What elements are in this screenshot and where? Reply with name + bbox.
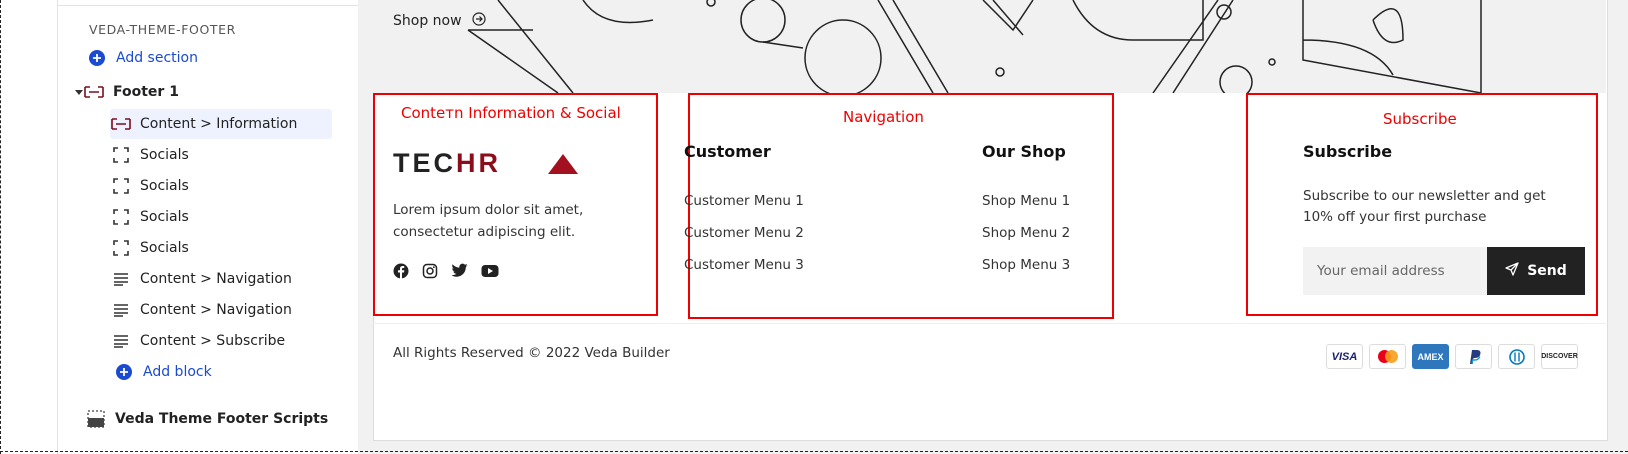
subscribe-description: Subscribe to our newsletter and get 10% … xyxy=(1303,188,1546,225)
discover-icon: DISCOVER xyxy=(1541,344,1578,369)
divider xyxy=(58,5,358,6)
twitter-icon[interactable] xyxy=(451,263,468,283)
shop-column-title: Our Shop xyxy=(982,142,1066,161)
block-item-socials[interactable]: Socials xyxy=(110,140,189,170)
paypal-icon xyxy=(1455,344,1492,369)
send-label: Send xyxy=(1527,263,1567,279)
block-label: Content > Navigation xyxy=(140,271,292,287)
block-label: Socials xyxy=(140,209,189,225)
annotation-label-subscribe: Subscribe xyxy=(1383,110,1457,128)
block-label: Content > Subscribe xyxy=(140,333,286,349)
payment-methods: VISA AMEX DISCOVER xyxy=(1326,344,1578,369)
shop-menu-link[interactable]: Shop Menu 2 xyxy=(982,225,1070,241)
add-section-button[interactable]: Add section xyxy=(86,43,198,73)
shop-menu-link[interactable]: Shop Menu 3 xyxy=(982,257,1070,273)
email-placeholder: Your email address xyxy=(1317,263,1445,279)
plus-circle-icon xyxy=(86,49,108,67)
mastercard-icon xyxy=(1369,344,1406,369)
hero-line-art xyxy=(467,0,1482,93)
collapse-caret-icon[interactable] xyxy=(75,90,83,95)
discover-mark: DISCOVER xyxy=(1541,353,1578,360)
frame-icon xyxy=(110,209,132,225)
customer-column-title: Customer xyxy=(684,142,771,161)
shop-now-link[interactable]: Shop now xyxy=(393,12,486,30)
amex-mark: AMEX xyxy=(1417,351,1444,362)
facebook-icon[interactable] xyxy=(393,263,409,283)
social-links xyxy=(393,263,499,283)
footer-divider xyxy=(373,323,1606,324)
diners-club-icon xyxy=(1498,344,1535,369)
amex-icon: AMEX xyxy=(1412,344,1449,369)
block-item-socials[interactable]: Socials xyxy=(110,171,189,201)
customer-menu-link[interactable]: Customer Menu 3 xyxy=(684,257,804,273)
frame-icon xyxy=(110,147,132,163)
subscribe-title: Subscribe xyxy=(1303,142,1393,161)
block-label: Socials xyxy=(140,178,189,194)
instagram-icon[interactable] xyxy=(422,263,438,283)
block-label: Socials xyxy=(140,240,189,256)
logo-text-main: TEC xyxy=(393,148,456,178)
send-icon xyxy=(1505,262,1519,280)
block-label: Content > Navigation xyxy=(140,302,292,318)
add-section-label: Add section xyxy=(116,50,198,66)
footer-description: Lorem ipsum dolor sit amet, consectetur … xyxy=(393,202,584,240)
copyright-text: All Rights Reserved © 2022 Veda Builder xyxy=(393,345,670,361)
block-item-content-navigation[interactable]: Content > Navigation xyxy=(110,295,292,325)
arrow-circle-icon xyxy=(471,12,486,30)
block-label: Socials xyxy=(140,147,189,163)
scripts-section-item[interactable]: Veda Theme Footer Scripts xyxy=(85,404,328,434)
frame-icon xyxy=(110,240,132,256)
editor-sidebar: VEDA-THEME-FOOTER Add section Footer 1 C… xyxy=(57,0,359,454)
lines-icon xyxy=(110,272,132,286)
plus-circle-icon xyxy=(113,363,135,381)
block-item-content-navigation[interactable]: Content > Navigation xyxy=(110,264,292,294)
youtube-icon[interactable] xyxy=(481,263,499,283)
block-item-socials[interactable]: Socials xyxy=(110,202,189,232)
send-button[interactable]: Send xyxy=(1487,247,1585,295)
logo-text-accent: HR xyxy=(456,148,501,178)
hero-illustration xyxy=(373,0,1606,93)
visa-mark: VISA xyxy=(1331,350,1358,363)
annotation-label-info: Conteтn Information & Social xyxy=(401,104,621,122)
add-block-label: Add block xyxy=(143,364,212,380)
footer-section-item[interactable]: Footer 1 xyxy=(83,77,179,107)
content-block-icon xyxy=(110,118,132,130)
scripts-section-label: Veda Theme Footer Scripts xyxy=(115,411,329,427)
logo-triangle-icon xyxy=(548,154,578,174)
block-item-content-subscribe[interactable]: Content > Subscribe xyxy=(110,326,285,356)
section-layout-icon xyxy=(85,410,107,428)
add-block-button[interactable]: Add block xyxy=(113,357,212,387)
shop-menu-link[interactable]: Shop Menu 1 xyxy=(982,193,1070,209)
footer-section-label: Footer 1 xyxy=(113,84,179,100)
content-block-icon xyxy=(83,86,105,98)
block-label: Content > Information xyxy=(140,116,298,132)
dashed-frame-left xyxy=(0,0,1,454)
email-input[interactable]: Your email address xyxy=(1303,247,1487,295)
shop-now-label: Shop now xyxy=(393,13,462,29)
section-group-heading: VEDA-THEME-FOOTER xyxy=(89,22,236,37)
brand-logo: TECHR xyxy=(393,148,501,179)
customer-menu-link[interactable]: Customer Menu 2 xyxy=(684,225,804,241)
annotation-label-navigation: Navigation xyxy=(843,108,924,126)
lines-icon xyxy=(110,334,132,348)
lines-icon xyxy=(110,303,132,317)
customer-menu-link[interactable]: Customer Menu 1 xyxy=(684,193,804,209)
frame-icon xyxy=(110,178,132,194)
block-item-content-information[interactable]: Content > Information xyxy=(110,109,332,139)
block-item-socials[interactable]: Socials xyxy=(110,233,189,263)
visa-icon: VISA xyxy=(1326,344,1363,369)
dashed-frame-bottom xyxy=(0,451,1628,452)
